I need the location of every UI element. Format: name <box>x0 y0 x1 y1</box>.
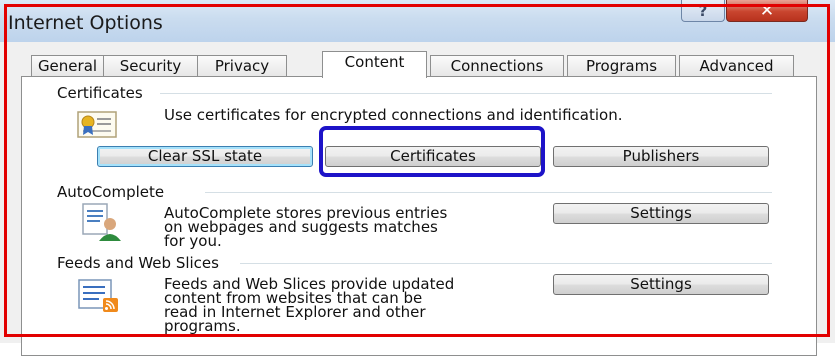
tab-security[interactable]: Security <box>103 55 198 77</box>
certificate-icon <box>77 111 117 138</box>
help-icon: ? <box>698 1 708 20</box>
feeds-icon <box>78 279 118 312</box>
tab-programs[interactable]: Programs <box>567 55 676 77</box>
tab-connections[interactable]: Connections <box>430 55 564 77</box>
tab-privacy[interactable]: Privacy <box>197 55 287 77</box>
tab-content[interactable]: Content <box>322 51 427 78</box>
window-title: Internet Options <box>8 12 163 34</box>
certificates-button[interactable]: Certificates <box>325 146 541 167</box>
feeds-heading: Feeds and Web Slices <box>57 254 227 272</box>
close-icon: ✕ <box>759 0 775 21</box>
group-divider <box>160 93 772 94</box>
certificates-heading: Certificates <box>57 84 151 102</box>
tab-label: Security <box>119 57 182 75</box>
certificates-description: Use certificates for encrypted connectio… <box>164 106 623 124</box>
autocomplete-heading: AutoComplete <box>57 183 173 201</box>
tab-advanced[interactable]: Advanced <box>679 55 794 77</box>
tab-label: Programs <box>585 57 658 75</box>
group-divider <box>240 263 772 264</box>
tab-label: General <box>37 57 98 75</box>
clear-ssl-state-button[interactable]: Clear SSL state <box>97 146 313 167</box>
tab-label: Privacy <box>214 57 270 75</box>
group-divider <box>205 192 772 193</box>
close-button[interactable]: ✕ <box>726 0 808 22</box>
feeds-settings-button[interactable]: Settings <box>553 274 769 295</box>
publishers-button[interactable]: Publishers <box>553 146 769 167</box>
tab-label: Advanced <box>699 57 774 75</box>
autocomplete-description-line-3: for you. <box>164 232 222 250</box>
autocomplete-settings-button[interactable]: Settings <box>553 203 769 224</box>
autocomplete-icon <box>82 203 121 241</box>
tab-general[interactable]: General <box>31 55 104 77</box>
tab-label: Content <box>344 53 405 71</box>
help-button[interactable]: ? <box>681 0 725 22</box>
tab-label: Connections <box>450 57 544 75</box>
feeds-description-line-4: programs. <box>164 317 241 335</box>
title-bar[interactable]: Internet Options ? ✕ <box>0 0 835 42</box>
